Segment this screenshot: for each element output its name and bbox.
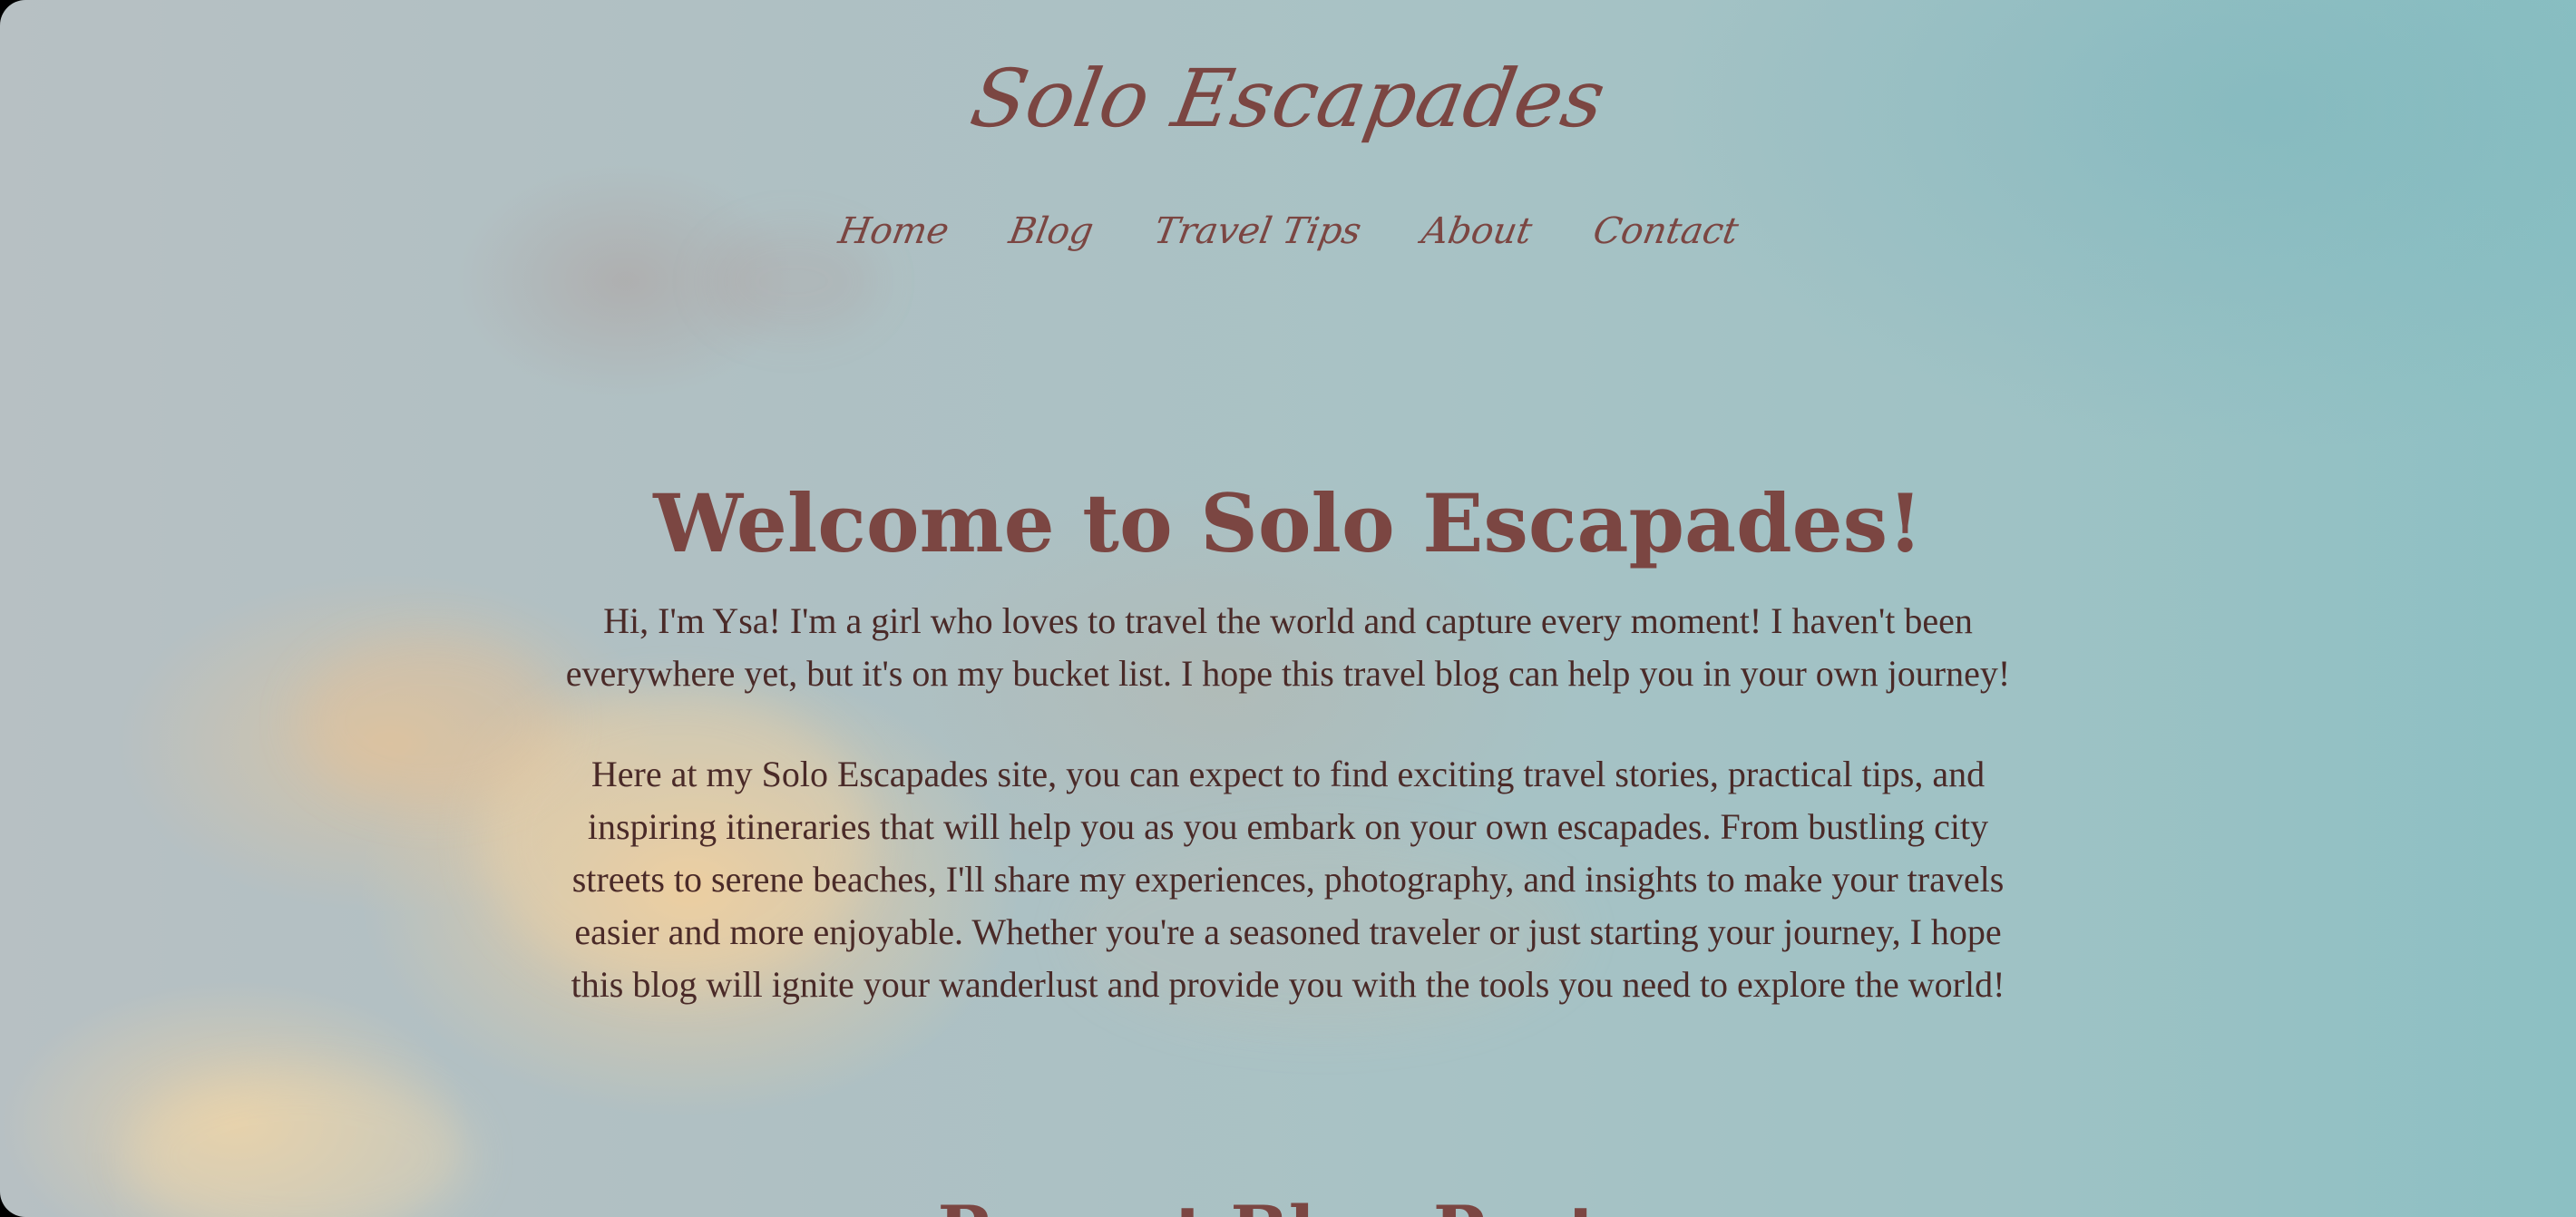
- main-navigation: Home Blog Travel Tips About Contact: [0, 200, 2576, 263]
- recent-blog-posts-heading: Recent Blog Posts: [0, 1186, 2576, 1217]
- site-title: Solo Escapades: [964, 52, 1613, 145]
- welcome-section: Welcome to Solo Escapades! Hi, I'm Ysa! …: [553, 464, 2023, 1011]
- intro-paragraph: Hi, I'm Ysa! I'm a girl who loves to tra…: [565, 600, 2011, 694]
- nav-travel-tips-link[interactable]: Travel Tips: [1149, 200, 1366, 263]
- site-description-paragraph: Here at my Solo Escapades site, you can …: [571, 754, 2005, 1005]
- site-header: Solo Escapades: [0, 40, 2576, 158]
- nav-home-link[interactable]: Home: [833, 200, 953, 263]
- nav-about-link[interactable]: About: [1417, 200, 1537, 263]
- warm-cloud-background: [299, 635, 562, 807]
- welcome-title: Welcome to Solo Escapades!: [653, 476, 1923, 570]
- nav-contact-link[interactable]: Contact: [1587, 200, 1742, 263]
- nav-blog-link[interactable]: Blog: [1004, 200, 1098, 263]
- travel-blog-page: Solo Escapades Home Blog Travel Tips Abo…: [0, 0, 2576, 1217]
